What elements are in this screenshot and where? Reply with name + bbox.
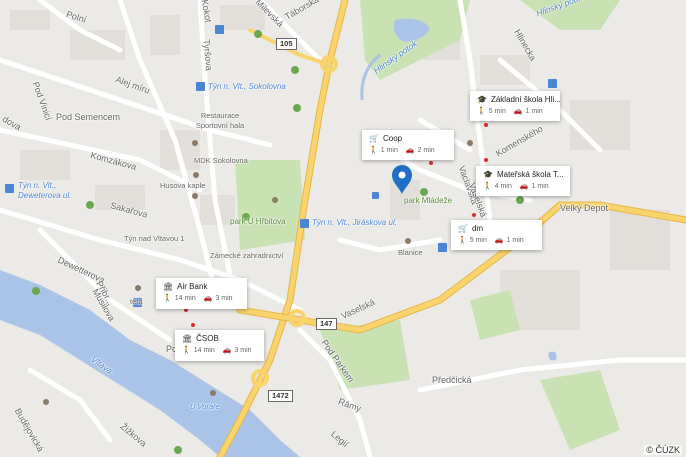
place-label-mdk-sokolovna: MDK Sokolovna: [194, 156, 248, 165]
road-shield-105: 105: [276, 38, 297, 50]
walk-time: 14 min: [174, 294, 196, 302]
car-icon: 🚗: [405, 147, 415, 154]
walk-time: 1 min: [380, 146, 398, 154]
school-icon: 🎓: [477, 95, 487, 104]
place-label-u-vorare: U Voraře: [190, 402, 220, 411]
walk-time: 5 min: [488, 107, 506, 115]
street-label-pod-semencem: Pod Semencem: [56, 112, 121, 122]
walk-icon: 🚶: [477, 108, 486, 115]
walk-time: 14 min: [193, 346, 215, 354]
cart-icon: 🛒: [458, 224, 468, 233]
poi-card-air-bank[interactable]: 🏛 Air Bank 🚶 14 min 🚗 3 min: [156, 278, 247, 309]
car-time: 3 min: [234, 346, 252, 354]
car-icon: 🚗: [203, 295, 213, 302]
road-shield-147: 147: [316, 318, 337, 330]
school-icon: 🎓: [483, 170, 493, 179]
walk-icon: 🚶: [163, 295, 172, 302]
poi-card-title: Coop: [382, 134, 403, 143]
street-label-velky-depot: Velký Depot: [560, 203, 609, 213]
walk-icon: 🚶: [458, 237, 467, 244]
car-icon: 🚗: [519, 183, 529, 190]
transit-label-sokolovna[interactable]: Týn n. Vlt., Sokolovna: [208, 82, 286, 91]
poi-card-dm[interactable]: 🛒 dm 🚶 5 min 🚗 1 min: [451, 220, 542, 250]
car-time: 2 min: [417, 146, 435, 154]
road-shield-1472: 1472: [268, 390, 293, 402]
car-time: 1 min: [525, 107, 543, 115]
poi-card-title: Základní škola Hli...: [490, 95, 561, 104]
poi-card-csob[interactable]: 🏛 ČSOB 🚶 14 min 🚗 3 min: [175, 330, 264, 361]
poi-card-coop[interactable]: 🛒 Coop 🚶 1 min 🚗 2 min: [362, 130, 454, 160]
place-label-park-mladeze: park Mládeže: [404, 196, 453, 205]
poi-card-title: Mateřská škola T...: [496, 170, 564, 179]
place-label-husova-kaple: Husova kaple: [160, 181, 206, 190]
poi-card-materska-skola[interactable]: 🎓 Mateřská škola T... 🚶 4 min 🚗 1 min: [476, 166, 570, 196]
place-label-blanice: Blanice: [398, 248, 423, 257]
transit-label-deweterova[interactable]: Týn n. Vlt., Deweterova ul.: [18, 181, 78, 201]
place-label-zamecke-zahradnictvi: Zámecké zahradnictví: [210, 251, 284, 260]
poi-card-zakladni-skola[interactable]: 🎓 Základní škola Hli... 🚶 5 min 🚗 1 min: [470, 91, 561, 121]
poi-card-title: ČSOB: [196, 334, 219, 343]
car-time: 1 min: [506, 236, 524, 244]
place-label-restaurace: Restaurace Sportovní hala: [195, 111, 245, 130]
poi-card-title: Air Bank: [177, 282, 208, 291]
car-time: 1 min: [531, 182, 549, 190]
bank-icon: 🏛: [182, 334, 193, 343]
car-icon: 🚗: [222, 347, 232, 354]
place-label-teta: teta: [130, 297, 143, 306]
place-label-park-u-hrbitova: park U Hřbitova: [230, 217, 286, 226]
map-copyright: © ČÚZK: [644, 445, 682, 455]
street-label-predcicka: Předčická: [432, 375, 472, 385]
walk-icon: 🚶: [369, 147, 378, 154]
bank-icon: 🏛: [163, 282, 174, 291]
car-icon: 🚗: [494, 237, 504, 244]
poi-card-title: dm: [471, 224, 484, 233]
walk-icon: 🚶: [483, 183, 492, 190]
car-time: 3 min: [215, 294, 233, 302]
walk-time: 5 min: [469, 236, 487, 244]
walk-icon: 🚶: [182, 347, 191, 354]
car-icon: 🚗: [513, 108, 523, 115]
walk-time: 4 min: [494, 182, 512, 190]
place-label-tyn-nad-vltavou: Týn nad Vltavou 1: [124, 234, 185, 243]
map-canvas[interactable]: [0, 0, 686, 457]
transit-label-jiraskova[interactable]: Týn n. Vlt., Jiráskova ul.: [312, 218, 397, 227]
cart-icon: 🛒: [369, 134, 379, 143]
